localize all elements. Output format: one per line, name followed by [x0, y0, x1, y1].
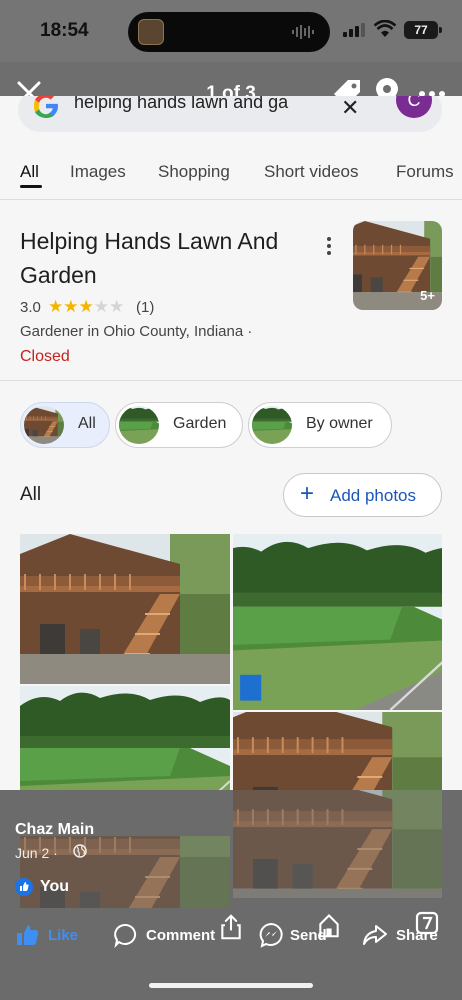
star-empty-icon: ★ — [93, 297, 109, 316]
like-button[interactable]: Like — [48, 927, 78, 944]
gallery-photo-pond-2 — [20, 686, 230, 790]
chip-garden: Garden — [115, 402, 243, 448]
chip-thumbnail — [252, 406, 292, 444]
now-playing-app-icon — [138, 19, 164, 45]
reaction-names: You — [40, 878, 70, 895]
chip-label: By owner — [306, 415, 373, 432]
google-logo-icon — [34, 96, 58, 118]
battery-indicator: 77 — [404, 21, 442, 39]
like-reaction-icon — [15, 878, 33, 896]
tab-shopping: Shopping — [158, 162, 230, 181]
star-icon: ★ — [63, 297, 79, 316]
tabs-count-icon[interactable] — [414, 910, 440, 936]
post-date: Jun 2 · — [15, 845, 58, 861]
business-menu-icon — [327, 237, 331, 255]
like-icon[interactable] — [15, 922, 41, 948]
upload-icon[interactable] — [218, 914, 244, 940]
business-photo-thumbnail: 5+ — [353, 221, 442, 310]
business-category: Gardener in Ohio County, Indiana · — [20, 323, 253, 340]
star-empty-icon: ★ — [109, 297, 125, 316]
wifi-icon — [374, 20, 396, 37]
dynamic-island — [128, 12, 330, 52]
star-rating: ★★★★★ — [48, 297, 124, 317]
search-query: helping hands lawn and ga — [74, 96, 289, 112]
add-photos-button: + Add photos — [283, 473, 442, 517]
search-tabs: All Images Shopping Short videos Forums — [0, 158, 462, 200]
home-indicator[interactable] — [149, 983, 313, 988]
globe-icon — [73, 844, 87, 858]
chip-label: All — [78, 415, 96, 432]
gallery-photo-house — [20, 534, 230, 684]
audio-wave-icon — [292, 25, 314, 39]
status-badge: Closed — [20, 348, 70, 365]
comment-icon[interactable] — [113, 922, 139, 948]
add-photos-label: Add photos — [330, 486, 417, 505]
tab-forums: Forums — [396, 162, 454, 181]
star-icon: ★ — [78, 297, 94, 316]
share-icon[interactable] — [362, 922, 388, 948]
cellular-signal-icon — [343, 23, 365, 37]
chip-thumbnail — [119, 406, 159, 444]
home-icon[interactable] — [316, 912, 342, 938]
status-time: 18:54 — [40, 20, 89, 41]
comment-button[interactable]: Comment — [146, 927, 215, 944]
post-actions: Like Comment Send Share — [0, 911, 462, 956]
tab-active-indicator — [20, 185, 42, 188]
tab-short-videos: Short videos — [264, 162, 359, 181]
gallery-photo-house-continued — [233, 790, 442, 898]
star-icon: ★ — [48, 297, 64, 316]
divider — [0, 380, 462, 381]
clear-search-icon: ✕ — [341, 96, 360, 120]
tab-images: Images — [70, 162, 126, 181]
status-bar: 18:54 77 — [0, 0, 462, 62]
chip-label: Garden — [173, 415, 227, 432]
chip-thumbnail — [24, 406, 64, 444]
rating-value: 3.0 — [20, 299, 41, 316]
post-overlay: Chaz Main Jun 2 · You Like Comment Send — [0, 790, 462, 1000]
photo-count: 5+ — [420, 288, 435, 303]
photos-heading: All — [20, 484, 42, 505]
gallery-photo-pond — [233, 534, 442, 710]
shared-screenshot: helping hands lawn and ga ✕ C All Images… — [0, 96, 462, 790]
review-count: (1) — [136, 299, 155, 316]
gallery-photo-house-2 — [233, 712, 442, 790]
tab-all: All — [20, 162, 39, 181]
plus-icon: + — [300, 480, 315, 507]
chip-all: All — [20, 402, 110, 448]
chip-by-owner: By owner — [248, 402, 392, 448]
messenger-icon[interactable] — [258, 922, 284, 948]
business-name: Helping Hands Lawn And Garden — [20, 228, 279, 288]
post-author[interactable]: Chaz Main — [15, 821, 94, 839]
